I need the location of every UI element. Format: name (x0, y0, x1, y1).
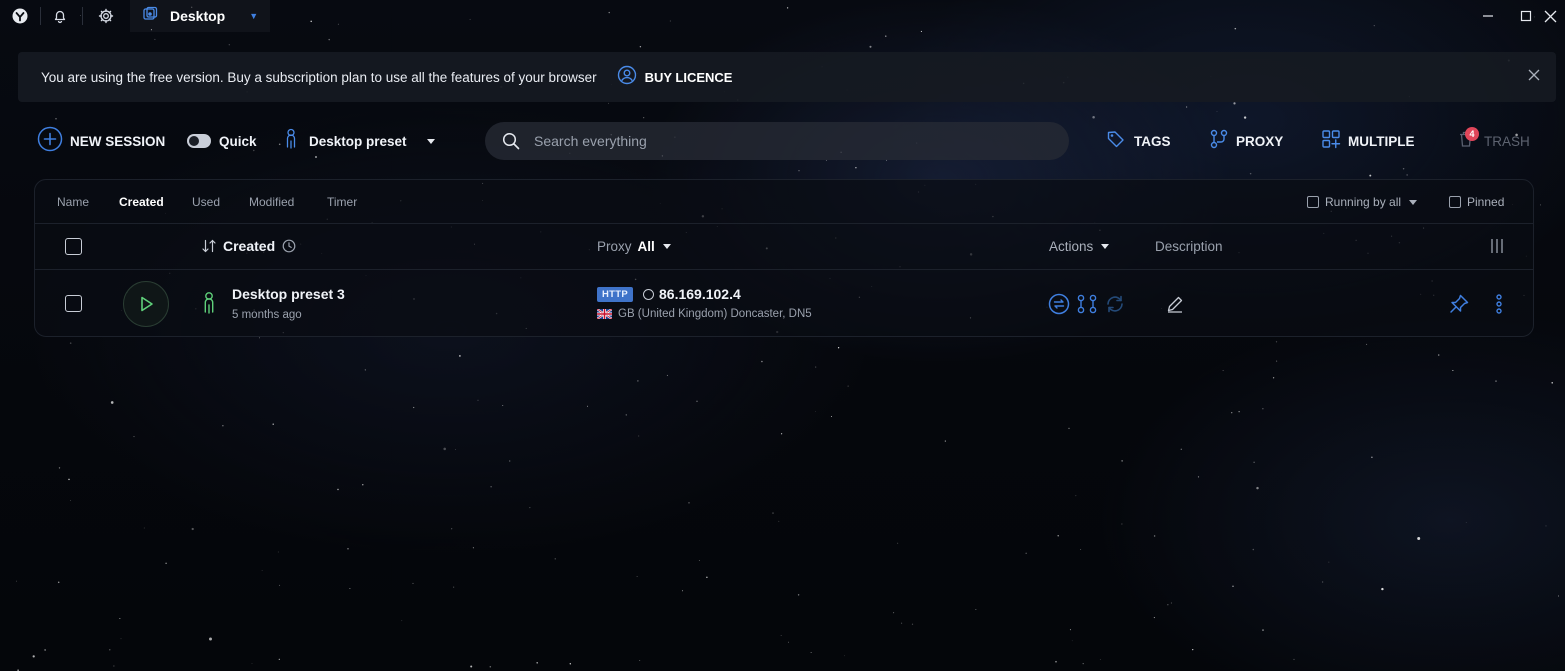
sync-icon[interactable] (1047, 292, 1071, 316)
chevron-down-icon (1409, 199, 1418, 205)
session-created: 5 months ago (232, 309, 302, 321)
session-name[interactable]: Desktop preset 3 (232, 286, 345, 302)
chevron-down-icon[interactable]: ▼ (249, 11, 258, 21)
actions-header-label: Actions (1049, 239, 1094, 254)
plus-circle-icon (37, 126, 63, 157)
uk-flag-icon (597, 309, 618, 319)
multiple-button[interactable]: MULTIPLE (1321, 118, 1415, 164)
table-header: Created Proxy All Actions Description (35, 224, 1533, 270)
banner-text: You are using the free version. Buy a su… (41, 69, 597, 85)
logo-icon[interactable] (0, 0, 40, 32)
close-window-icon[interactable] (1530, 0, 1565, 32)
multiple-label: MULTIPLE (1348, 133, 1415, 149)
edit-description-icon[interactable] (1163, 292, 1187, 316)
pinned-label: Pinned (1467, 195, 1505, 209)
sort-tab-created[interactable]: Created (119, 195, 164, 209)
title-bar: Desktop ▼ (0, 0, 1565, 32)
desktop-tab-icon (142, 6, 158, 27)
new-session-button[interactable]: NEW SESSION (37, 118, 165, 164)
preset-label: Desktop preset (309, 133, 407, 149)
person-icon (201, 291, 217, 320)
more-options-icon[interactable] (1487, 292, 1511, 316)
quick-label: Quick (219, 133, 257, 149)
select-all-checkbox[interactable] (65, 238, 82, 255)
proxy-location-text: GB (United Kingdom) Doncaster, DN5 (618, 308, 812, 320)
search-bar[interactable] (485, 122, 1069, 160)
proxy-icon (1210, 129, 1228, 154)
tag-icon (1106, 129, 1126, 154)
sessions-panel: Name Created Used Modified Timer Running… (34, 179, 1534, 337)
user-circle-icon (617, 65, 637, 90)
columns-icon[interactable] (1489, 237, 1505, 260)
sort-icon (201, 239, 217, 253)
pinned-filter[interactable]: Pinned (1449, 195, 1504, 209)
chevron-down-icon (426, 138, 435, 144)
toggle-switch[interactable] (187, 134, 211, 148)
created-column-header[interactable]: Created (201, 238, 296, 254)
proxy-label: PROXY (1236, 133, 1284, 149)
pin-icon[interactable] (1447, 292, 1471, 316)
running-label: Running by all (1325, 195, 1402, 209)
trash-label: TRASH (1484, 133, 1530, 149)
play-button[interactable] (123, 281, 169, 327)
trash-count-badge: 4 (1465, 127, 1479, 141)
gear-icon[interactable] (86, 0, 126, 32)
proxy-icon[interactable] (1075, 292, 1099, 316)
sort-tab-modified[interactable]: Modified (249, 195, 294, 209)
status-circle-icon (643, 288, 654, 300)
search-icon (502, 132, 520, 150)
created-header-label: Created (223, 238, 276, 254)
toolbar: NEW SESSION Quick Desktop preset TAGS PR… (0, 118, 1565, 164)
buy-licence-button[interactable]: BUY LICENCE (617, 65, 733, 90)
proxy-header-label: Proxy (597, 239, 632, 254)
row-checkbox[interactable] (65, 295, 82, 312)
table-row[interactable]: Desktop preset 3 5 months ago HTTP 86.16… (35, 270, 1533, 336)
quick-toggle[interactable]: Quick (187, 118, 257, 164)
proxy-column-header[interactable]: Proxy All (597, 239, 671, 254)
tab-title: Desktop (170, 8, 226, 24)
running-filter[interactable]: Running by all (1307, 195, 1418, 209)
trash-button[interactable]: TRASH (1458, 118, 1530, 164)
tab-desktop[interactable]: Desktop ▼ (130, 0, 271, 32)
close-icon[interactable] (1520, 61, 1548, 89)
buy-licence-label: BUY LICENCE (644, 69, 733, 85)
grid-plus-icon (1321, 129, 1341, 154)
proxy-location: GB (United Kingdom) Doncaster, DN5 (597, 308, 812, 320)
sort-bar: Name Created Used Modified Timer Running… (35, 180, 1533, 224)
refresh-icon[interactable] (1103, 292, 1127, 316)
new-session-label: NEW SESSION (70, 133, 166, 149)
chevron-down-icon (1101, 244, 1110, 249)
divider (82, 7, 83, 25)
search-input[interactable] (534, 133, 1014, 149)
play-icon (136, 294, 156, 314)
sort-tab-name[interactable]: Name (57, 195, 89, 209)
preset-dropdown[interactable]: Desktop preset (283, 118, 435, 164)
proxy-type-badge: HTTP (597, 287, 633, 302)
proxy-ip[interactable]: 86.169.102.4 (643, 286, 741, 302)
tags-label: TAGS (1134, 133, 1171, 149)
pinned-checkbox[interactable] (1449, 196, 1461, 208)
minimize-icon[interactable] (1468, 0, 1508, 32)
proxy-filter-value: All (637, 239, 655, 254)
person-icon (283, 128, 299, 155)
actions-column-header[interactable]: Actions (1049, 239, 1110, 254)
tags-button[interactable]: TAGS (1106, 118, 1171, 164)
chevron-down-icon (662, 244, 671, 249)
sort-tab-timer[interactable]: Timer (327, 195, 357, 209)
free-version-banner: You are using the free version. Buy a su… (18, 52, 1556, 102)
proxy-button[interactable]: PROXY (1210, 118, 1283, 164)
running-checkbox[interactable] (1307, 196, 1319, 208)
sort-tab-used[interactable]: Used (192, 195, 220, 209)
proxy-ip-value: 86.169.102.4 (659, 286, 741, 302)
bell-icon[interactable] (40, 0, 80, 32)
description-column-header: Description (1155, 239, 1223, 254)
clock-icon (282, 239, 296, 253)
